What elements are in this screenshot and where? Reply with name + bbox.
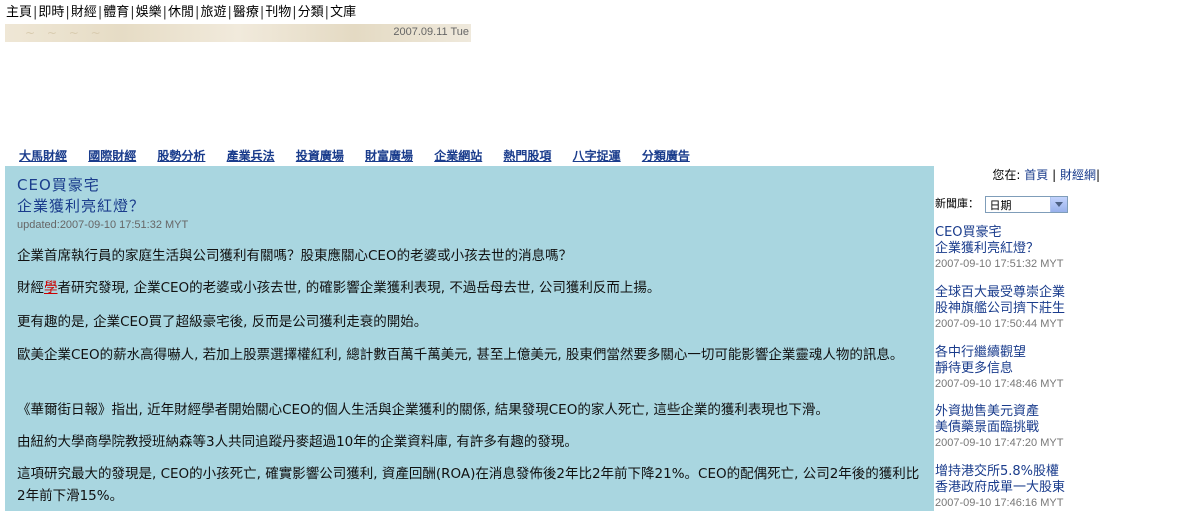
news-list-item: 全球百大最受尊崇企業 股神旗艦公司擠下莊生 2007-09-10 17:50:4… [935,285,1195,331]
article-title-line1: CEO買豪宅 [17,176,100,194]
news-date: 2007-09-10 17:47:20 MYT [935,437,1064,449]
secnav-fortune[interactable]: 八字捉運 [573,149,621,163]
section-navigation: 大馬財經 國際財經 股勢分析 產業兵法 投資廣場 財富廣場 企業網站 熱門股項 … [19,147,707,164]
news-headline-line2[interactable]: 企業獲利亮紅燈？ [935,241,1195,257]
news-headline-line1[interactable]: 全球百大最受尊崇企業 [935,285,1195,301]
news-list-item: 增持港交所5.8%股權 香港政府成單一大股東 2007-09-10 17:46:… [935,464,1195,510]
topnav-home[interactable]: 主頁 [6,5,32,20]
article-paragraph-4: 歐美企業CEO的薪水高得嚇人, 若加上股票選擇權紅利, 總計數百萬千萬美元, 甚… [17,347,904,363]
news-date: 2007-09-10 17:46:16 MYT [935,497,1064,509]
secnav-classified-ads[interactable]: 分類廣告 [642,149,690,163]
topnav-archive[interactable]: 文庫 [330,5,356,20]
news-headline-line1[interactable]: 各中行繼續觀望 [935,345,1195,361]
news-headline-line1[interactable]: CEO買豪宅 [935,225,1195,241]
secnav-international-finance[interactable]: 國際財經 [88,149,136,163]
keyword-link[interactable]: 學 [44,280,58,296]
news-db-select[interactable]: 日期 [984,195,1068,213]
topnav-publications[interactable]: 刊物 [265,5,291,20]
breadcrumb: 您在: 首頁 | 財經網| [992,166,1100,183]
chevron-down-icon[interactable] [1049,196,1067,212]
news-headline-line1[interactable]: 外資拋售美元資產 [935,404,1195,420]
news-database-picker: 新聞庫： 日期 [935,195,1068,213]
topnav-sports[interactable]: 體育 [103,5,129,20]
topnav-classified[interactable]: 分類 [298,5,324,20]
article-paragraph-2: 財經學者研究發現, 企業CEO的老婆或小孩去世, 的確影響企業獲利表現, 不過岳… [17,277,927,299]
breadcrumb-home-link[interactable]: 首頁 [1024,168,1048,182]
secnav-stock-analysis[interactable]: 股勢分析 [157,149,205,163]
article-panel: CEO買豪宅 企業獲利亮紅燈？ updated:2007-09-10 17:51… [5,166,934,511]
article-paragraph-3: 更有趣的是, 企業CEO買了超級豪宅後, 反而是公司獲利走衰的開始。 [17,314,428,330]
secnav-malaysia-finance[interactable]: 大馬財經 [19,149,67,163]
breadcrumb-prefix: 您在: [992,168,1021,182]
top-navigation: 主頁|即時|財經|體育|娛樂|休閒|旅遊|醫療|刊物|分類|文庫 [6,5,356,21]
article-title-line2: 企業獲利亮紅燈？ [17,197,146,215]
banner-date: 2007.09.11 Tue [393,26,469,38]
secnav-corporate-sites[interactable]: 企業網站 [434,149,482,163]
news-db-selected-value: 日期 [989,198,1012,212]
secnav-industry-strategy[interactable]: 產業兵法 [227,149,275,163]
banner-decoration: ~ ~ ~ ~ [25,26,105,40]
article-updated-timestamp: updated:2007-09-10 17:51:32 MYT [17,219,189,231]
news-headline-line2[interactable]: 香港政府成單一大股東 [935,480,1195,496]
secnav-hot-stocks[interactable]: 熱門股項 [503,149,551,163]
news-headline-line2[interactable]: 美債藥景面臨挑戰 [935,420,1195,436]
news-headline-line1[interactable]: 增持港交所5.8%股權 [935,464,1195,480]
topnav-entertainment[interactable]: 娛樂 [136,5,162,20]
topnav-leisure[interactable]: 休閒 [168,5,194,20]
header-banner: ~ ~ ~ ~ 2007.09.11 Tue [5,24,471,42]
paragraph-text: 財經 [17,280,44,296]
article-paragraph-6: 由紐約大學商學院教授班納森等3人共同追蹤丹麥超過10年的企業資料庫, 有許多有趣… [17,434,578,450]
news-date: 2007-09-10 17:51:32 MYT [935,258,1064,270]
breadcrumb-finance-link[interactable]: 財經網 [1060,168,1096,182]
article-paragraph-5: 《華爾街日報》指出, 近年財經學者開始關心CEO的個人生活與企業獲利的關係, 結… [17,402,829,418]
secnav-wealth-plaza[interactable]: 財富廣場 [365,149,413,163]
news-db-label: 新聞庫： [935,197,979,210]
breadcrumb-separator: | [1052,168,1057,182]
topnav-medical[interactable]: 醫療 [233,5,259,20]
article-paragraph-7: 這項研究最大的發現是, CEO的小孩死亡, 確實影響公司獲利, 資產回酬(ROA… [17,466,920,504]
news-list-item: 外資拋售美元資產 美債藥景面臨挑戰 2007-09-10 17:47:20 MY… [935,404,1195,450]
news-list-item: 各中行繼續觀望 靜待更多信息 2007-09-10 17:48:46 MYT [935,345,1195,391]
news-date: 2007-09-10 17:50:44 MYT [935,318,1064,330]
news-date: 2007-09-10 17:48:46 MYT [935,378,1064,390]
sidebar: 您在: 首頁 | 財經網| 新聞庫： 日期 CEO買豪宅 企業獲利亮紅燈？ 20… [934,166,1197,511]
paragraph-text: 者研究發現, 企業CEO的老婆或小孩去世, 的確影響企業獲利表現, 不過岳母去世… [57,280,661,296]
news-list-item: CEO買豪宅 企業獲利亮紅燈？ 2007-09-10 17:51:32 MYT [935,225,1195,271]
breadcrumb-separator: | [1095,168,1100,182]
topnav-travel[interactable]: 旅遊 [200,5,226,20]
secnav-investment-plaza[interactable]: 投資廣場 [296,149,344,163]
news-headline-line2[interactable]: 股神旗艦公司擠下莊生 [935,301,1195,317]
topnav-finance[interactable]: 財經 [71,5,97,20]
topnav-instant[interactable]: 即時 [38,5,64,20]
article-paragraph-1: 企業首席執行員的家庭生活與公司獲利有關嗎？股東應關心CEO的老婆或小孩去世的消息… [17,248,573,264]
news-headline-line2[interactable]: 靜待更多信息 [935,361,1195,377]
